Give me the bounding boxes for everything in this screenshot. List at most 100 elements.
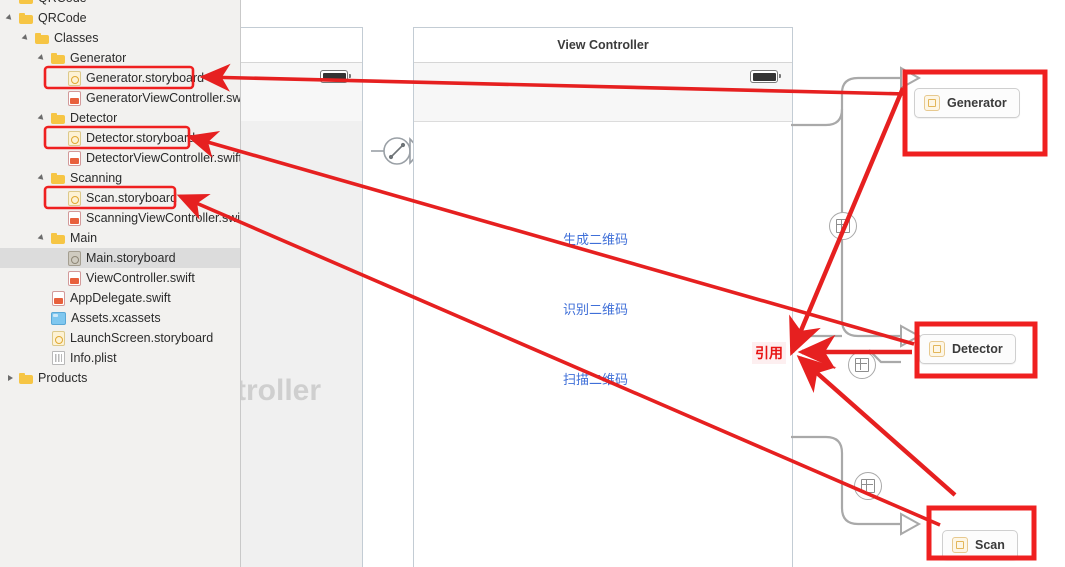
- nav-item-info-plist[interactable]: Info.plist: [0, 348, 240, 368]
- folder-icon: [19, 371, 33, 385]
- disclosure-triangle-icon[interactable]: [38, 173, 49, 184]
- nav-item-detectorviewcontroller-swift[interactable]: DetectorViewController.swift: [0, 148, 240, 168]
- storyboard-reference-icon: [952, 537, 968, 553]
- nav-item-scanningviewcontroller-swift[interactable]: ScanningViewController.swift: [0, 208, 240, 228]
- scene-left-body: [241, 121, 362, 567]
- disclosure-triangle-icon[interactable]: [6, 373, 17, 384]
- nav-item-label: QRCode: [38, 11, 87, 25]
- disclosure-triangle-icon[interactable]: [6, 13, 17, 24]
- nav-item-label: Info.plist: [70, 351, 117, 365]
- storyboard-reference-scan[interactable]: Scan: [942, 530, 1018, 560]
- folder-icon: [51, 231, 65, 245]
- nav-item-label: Products: [38, 371, 88, 385]
- disclosure-triangle-icon: [54, 273, 65, 284]
- storyboard-icon: [68, 190, 81, 206]
- swift-file-icon: [68, 90, 81, 106]
- disclosure-triangle-icon: [38, 293, 49, 304]
- disclosure-triangle-icon[interactable]: [38, 53, 49, 64]
- nav-item-viewcontroller-swift[interactable]: ViewController.swift: [0, 268, 240, 288]
- swift-file-icon: [52, 290, 65, 306]
- nav-item-generatorviewcontroller-swift[interactable]: GeneratorViewController.swift: [0, 88, 240, 108]
- nav-item-label: Main: [70, 231, 98, 245]
- nav-item-generator[interactable]: Generator: [0, 48, 240, 68]
- nav-item-appdelegate-swift[interactable]: AppDelegate.swift: [0, 288, 240, 308]
- nav-item-qrcode[interactable]: QRCode: [0, 0, 240, 8]
- annotation-scan-qr: 扫描二维码: [563, 373, 629, 388]
- reference-label: Generator: [947, 96, 1007, 110]
- scene-view-controller[interactable]: View Controller: [413, 27, 793, 567]
- nav-item-label: LaunchScreen.storyboard: [70, 331, 214, 345]
- battery-icon: [320, 70, 351, 83]
- nav-item-label: QRCode: [38, 0, 87, 5]
- folder-icon: [51, 51, 65, 65]
- nav-item-label: Assets.xcassets: [71, 311, 161, 325]
- ghost-scene-label: troller: [241, 374, 322, 407]
- disclosure-triangle-icon: [54, 253, 65, 264]
- app-window: QRCode QRCode Classes Generator Generator.st…: [0, 0, 1065, 567]
- nav-item-launchscreen-storyboard[interactable]: LaunchScreen.storyboard: [0, 328, 240, 348]
- nav-item-detector-storyboard[interactable]: Detector.storyboard: [0, 128, 240, 148]
- storyboard-reference-detector[interactable]: Detector: [919, 334, 1016, 364]
- nav-item-label: Scan.storyboard: [86, 191, 178, 205]
- nav-item-products[interactable]: Products: [0, 368, 240, 388]
- nav-item-main[interactable]: Main: [0, 228, 240, 248]
- nav-item-generator-storyboard[interactable]: Generator.storyboard: [0, 68, 240, 88]
- disclosure-triangle-icon[interactable]: [6, 0, 17, 4]
- disclosure-triangle-icon[interactable]: [22, 33, 33, 44]
- nav-item-label: Generator: [70, 51, 127, 65]
- disclosure-triangle-icon: [38, 333, 49, 344]
- disclosure-triangle-icon[interactable]: [38, 113, 49, 124]
- disclosure-triangle-icon: [54, 133, 65, 144]
- reference-label: Scan: [975, 538, 1005, 552]
- nav-item-label: Classes: [54, 31, 99, 45]
- storyboard-icon: [68, 70, 81, 86]
- nav-item-label: Scanning: [70, 171, 123, 185]
- nav-item-label: Detector.storyboard: [86, 131, 196, 145]
- swift-file-icon: [68, 210, 81, 226]
- scene-view-controller-statusbar: [414, 63, 792, 122]
- nav-item-label: AppDelegate.swift: [70, 291, 171, 305]
- nav-item-classes[interactable]: Classes: [0, 28, 240, 48]
- disclosure-triangle-icon[interactable]: [38, 233, 49, 244]
- scene-left[interactable]: [241, 27, 363, 567]
- folder-icon: [51, 171, 65, 185]
- disclosure-triangle-icon: [54, 193, 65, 204]
- segue-glyph-detector[interactable]: [848, 351, 876, 379]
- storyboard-gray-icon: [68, 250, 81, 266]
- disclosure-triangle-icon: [54, 73, 65, 84]
- scene-view-controller-title: View Controller: [414, 28, 792, 63]
- nav-item-scan-storyboard[interactable]: Scan.storyboard: [0, 188, 240, 208]
- storyboard-canvas[interactable]: troller View Controller Generator Detect…: [241, 0, 1065, 567]
- disclosure-triangle-icon: [54, 213, 65, 224]
- nav-item-label: ScanningViewController.swift: [86, 211, 240, 225]
- nav-item-detector[interactable]: Detector: [0, 108, 240, 128]
- storyboard-icon: [52, 330, 65, 346]
- annotation-recognize-qr: 识别二维码: [563, 303, 629, 318]
- storyboard-reference-generator[interactable]: Generator: [914, 88, 1020, 118]
- nav-item-main-storyboard[interactable]: Main.storyboard: [0, 248, 240, 268]
- nav-item-label: GeneratorViewController.swift: [86, 91, 240, 105]
- swift-file-icon: [68, 150, 81, 166]
- project-navigator[interactable]: QRCode QRCode Classes Generator Generator.st…: [0, 0, 241, 567]
- nav-item-scanning[interactable]: Scanning: [0, 168, 240, 188]
- scene-left-statusbar: [241, 63, 362, 122]
- storyboard-icon: [68, 130, 81, 146]
- storyboard-reference-icon: [929, 341, 945, 357]
- folder-icon: [19, 11, 33, 25]
- segue-glyph-generator[interactable]: [829, 212, 857, 240]
- nav-item-assets-xcassets[interactable]: Assets.xcassets: [0, 308, 240, 328]
- nav-item-label: Detector: [70, 111, 118, 125]
- plist-icon: [52, 351, 65, 365]
- nav-item-label: DetectorViewController.swift: [86, 151, 240, 165]
- disclosure-triangle-icon: [38, 353, 49, 364]
- annotation-generate-qr: 生成二维码: [563, 233, 629, 248]
- disclosure-triangle-icon: [54, 153, 65, 164]
- storyboard-reference-icon: [924, 95, 940, 111]
- segue-glyph-scan[interactable]: [854, 472, 882, 500]
- reference-label: Detector: [952, 342, 1003, 356]
- swift-file-icon: [68, 270, 81, 286]
- disclosure-triangle-icon: [54, 93, 65, 104]
- scene-left-title: [241, 28, 362, 63]
- nav-item-qrcode[interactable]: QRCode: [0, 8, 240, 28]
- annotation-reference-label: 引用: [752, 342, 786, 364]
